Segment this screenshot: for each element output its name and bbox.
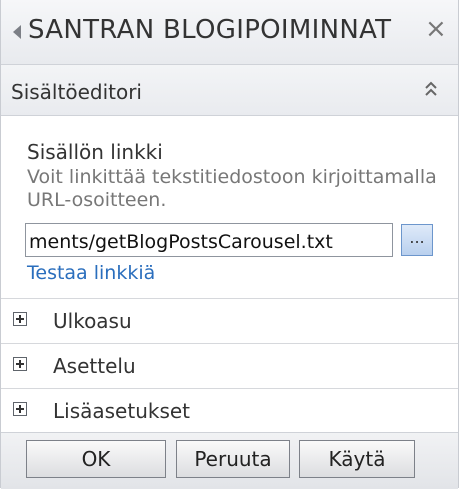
section-title: Sisältöeditori (11, 80, 142, 104)
left-arrow-icon[interactable] (13, 25, 21, 39)
section-advanced-label: Lisäasetukset (53, 399, 191, 423)
apply-button[interactable]: Käytä (299, 440, 415, 478)
tool-pane-title: SANTRAN BLOGIPOIMINNAT (28, 15, 392, 45)
content-link-label: Sisällön linkki (27, 140, 163, 164)
close-icon[interactable]: × (425, 14, 447, 44)
section-appearance[interactable]: Ulkoasu (1, 299, 458, 344)
browse-button[interactable]: ... (401, 224, 433, 256)
content-link-help-text: Voit linkittää tekstitiedostoon kirjoitt… (27, 166, 437, 211)
double-chevron-up-icon[interactable] (421, 77, 441, 101)
test-link[interactable]: Testaa linkkiä (27, 262, 155, 284)
content-editor-section-header[interactable]: Sisältöeditori (1, 65, 458, 116)
ok-button[interactable]: OK (26, 440, 166, 478)
content-link-section: Sisällön linkki Voit linkittää tekstitie… (1, 116, 458, 299)
tool-pane-titlebar: SANTRAN BLOGIPOIMINNAT × (1, 0, 458, 65)
section-layout-label: Asettelu (53, 354, 136, 378)
expand-plus-icon[interactable] (13, 357, 27, 371)
expand-plus-icon[interactable] (13, 312, 27, 326)
section-layout[interactable]: Asettelu (1, 344, 458, 389)
expand-plus-icon[interactable] (13, 402, 27, 416)
web-part-tool-pane: SANTRAN BLOGIPOIMINNAT × Sisältöeditori … (0, 0, 459, 489)
tool-pane-footer: OK Peruuta Käytä (1, 432, 458, 489)
cancel-button[interactable]: Peruuta (176, 440, 290, 478)
section-appearance-label: Ulkoasu (53, 309, 132, 333)
section-advanced[interactable]: Lisäasetukset (1, 389, 458, 434)
content-link-input[interactable] (25, 223, 393, 257)
